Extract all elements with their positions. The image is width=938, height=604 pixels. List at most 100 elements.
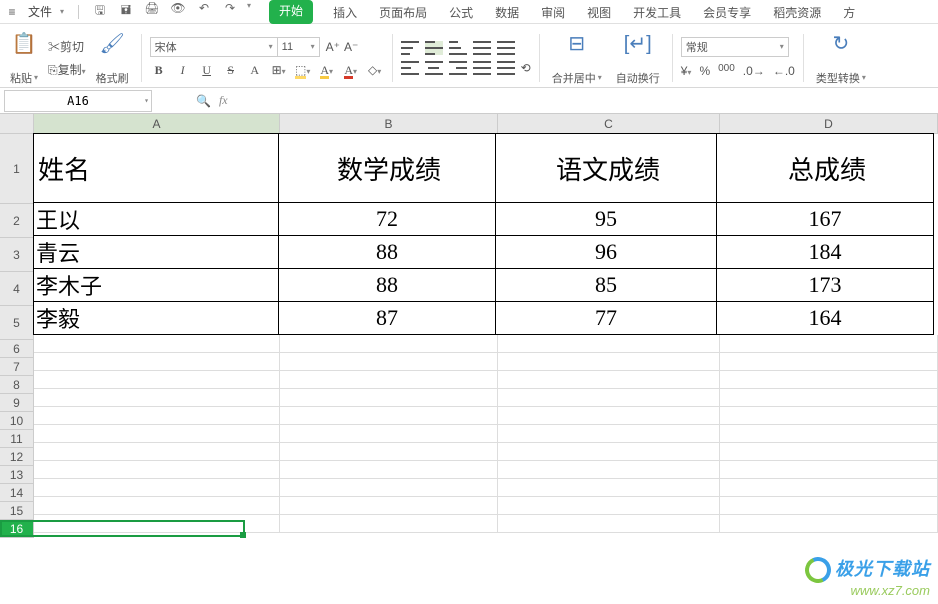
percent-button[interactable]: % — [699, 64, 710, 78]
row-header-1[interactable]: 1 — [0, 134, 34, 204]
decrease-indent-icon[interactable] — [473, 41, 491, 55]
file-dropdown-icon[interactable]: ▾ — [60, 7, 64, 16]
cell[interactable] — [720, 443, 938, 461]
row-header-13[interactable]: 13 — [0, 466, 34, 484]
qat-dropdown-icon[interactable]: ▾ — [247, 1, 251, 22]
cell[interactable] — [34, 479, 280, 497]
name-box-dropdown-icon[interactable]: ▾ — [144, 96, 149, 105]
cell[interactable] — [498, 407, 720, 425]
cell[interactable] — [280, 461, 498, 479]
underline-button[interactable]: U — [198, 63, 216, 78]
cell[interactable] — [720, 407, 938, 425]
cell[interactable] — [34, 353, 280, 371]
cell[interactable]: 95 — [495, 202, 717, 236]
undo-icon[interactable]: ↶ — [195, 1, 213, 22]
tab-7[interactable]: 开发工具 — [631, 0, 683, 24]
tab-9[interactable]: 稻壳资源 — [771, 0, 823, 24]
cell[interactable]: 语文成绩 — [495, 133, 717, 203]
save-icon[interactable]: 🖫 — [91, 1, 109, 22]
row-header-10[interactable]: 10 — [0, 412, 34, 430]
cell[interactable]: 167 — [716, 202, 934, 236]
cell[interactable]: 173 — [716, 268, 934, 302]
cell[interactable] — [280, 425, 498, 443]
increase-font-icon[interactable]: A⁺ — [326, 40, 340, 54]
row-header-4[interactable]: 4 — [0, 272, 34, 306]
cell[interactable] — [498, 335, 720, 353]
cell[interactable] — [498, 353, 720, 371]
cell[interactable]: 87 — [278, 301, 496, 335]
comma-button[interactable]: 000 — [718, 63, 735, 79]
tab-2[interactable]: 页面布局 — [377, 0, 429, 24]
cell[interactable] — [720, 515, 938, 533]
type-convert-label[interactable]: 类型转换 — [816, 70, 860, 86]
align-right-icon[interactable] — [449, 61, 467, 75]
align-top-icon[interactable] — [401, 41, 419, 55]
cell[interactable] — [720, 461, 938, 479]
cell[interactable]: 总成绩 — [716, 133, 934, 203]
tab-8[interactable]: 会员专享 — [701, 0, 753, 24]
wrap-icon[interactable]: [↵] — [624, 30, 652, 58]
auto-wrap-label[interactable]: 自动换行 — [616, 70, 660, 86]
cell[interactable]: 青云 — [33, 235, 279, 269]
cell[interactable]: 王以 — [33, 202, 279, 236]
font-name-select[interactable]: 宋体▾ — [150, 37, 278, 57]
font-button-a[interactable]: A — [246, 63, 264, 78]
cell[interactable]: 96 — [495, 235, 717, 269]
cell[interactable]: 88 — [278, 235, 496, 269]
cell[interactable] — [720, 497, 938, 515]
cell[interactable] — [498, 461, 720, 479]
cell[interactable] — [280, 479, 498, 497]
cell[interactable] — [280, 353, 498, 371]
cell[interactable] — [280, 335, 498, 353]
currency-button[interactable]: ¥▾ — [681, 64, 692, 78]
border-button[interactable]: ⊞▾ — [270, 63, 288, 78]
orientation-button[interactable]: ⟲ — [521, 61, 531, 75]
cell[interactable] — [498, 371, 720, 389]
redo-icon[interactable]: ↷ — [221, 1, 239, 22]
row-header-16[interactable]: 16 — [0, 520, 34, 538]
row-header-3[interactable]: 3 — [0, 238, 34, 272]
distribute-icon[interactable] — [497, 61, 515, 75]
col-header-B[interactable]: B — [280, 114, 498, 134]
cell[interactable] — [34, 335, 280, 353]
cell[interactable] — [498, 425, 720, 443]
print-preview-icon[interactable]: 👁 — [169, 1, 187, 22]
fx-icon[interactable]: fx — [219, 93, 228, 108]
cell[interactable]: 数学成绩 — [278, 133, 496, 203]
align-left-icon[interactable] — [401, 61, 419, 75]
merge-center-label[interactable]: 合并居中 — [552, 70, 596, 86]
merge-icon[interactable]: ⊟ — [568, 30, 585, 58]
menu-icon[interactable]: ≡ — [4, 4, 20, 20]
tab-3[interactable]: 公式 — [447, 0, 475, 24]
tab-4[interactable]: 数据 — [493, 0, 521, 24]
cut-button[interactable]: ✂剪切 — [48, 38, 86, 55]
cell[interactable] — [280, 515, 498, 533]
cell[interactable] — [720, 425, 938, 443]
row-header-14[interactable]: 14 — [0, 484, 34, 502]
row-header-12[interactable]: 12 — [0, 448, 34, 466]
font-size-select[interactable]: 11▾ — [278, 37, 320, 57]
cell[interactable] — [720, 335, 938, 353]
align-middle-icon[interactable] — [425, 41, 443, 55]
format-painter-label[interactable]: 格式刷 — [96, 70, 129, 86]
cell[interactable]: 李毅 — [33, 301, 279, 335]
cell[interactable] — [280, 389, 498, 407]
justify-icon[interactable] — [473, 61, 491, 75]
cell[interactable] — [280, 497, 498, 515]
cell[interactable] — [280, 407, 498, 425]
tab-5[interactable]: 审阅 — [539, 0, 567, 24]
align-center-icon[interactable] — [425, 61, 443, 75]
col-header-A[interactable]: A — [34, 114, 280, 134]
file-menu[interactable]: 文件 — [22, 3, 58, 20]
increase-decimal-icon[interactable]: .0→ — [743, 64, 765, 78]
cell[interactable] — [720, 353, 938, 371]
brush-icon[interactable]: 🖌 — [99, 30, 124, 58]
copy-button[interactable]: ⎘复制▾ — [48, 61, 86, 78]
cell[interactable] — [720, 389, 938, 407]
tab-0[interactable]: 开始 — [269, 0, 313, 24]
cell[interactable] — [34, 515, 280, 533]
row-header-15[interactable]: 15 — [0, 502, 34, 520]
cancel-formula-icon[interactable]: 🔍 — [196, 94, 211, 108]
type-convert-icon[interactable]: ↻ — [832, 30, 849, 58]
col-header-D[interactable]: D — [720, 114, 938, 134]
